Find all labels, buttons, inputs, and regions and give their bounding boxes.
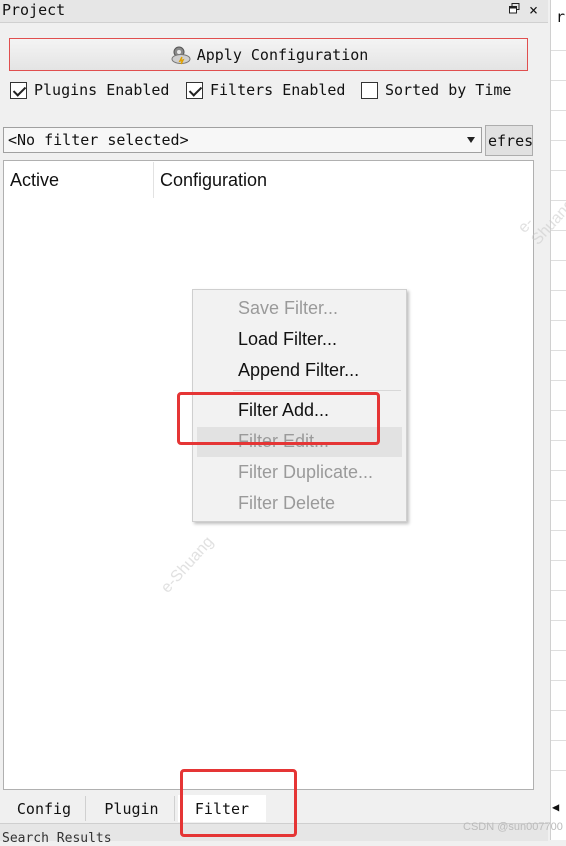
close-icon[interactable]: × xyxy=(529,1,538,19)
menu-item-save-filter[interactable]: Save Filter... xyxy=(238,298,338,319)
menu-item-append-filter[interactable]: Append Filter... xyxy=(238,360,359,381)
panel-title-bar xyxy=(0,0,548,23)
bottom-panel-title[interactable]: Search Results xyxy=(2,831,112,846)
tab-config[interactable]: Config xyxy=(3,796,86,821)
filters-enabled-checkbox[interactable]: Filters Enabled xyxy=(186,81,345,99)
sorted-by-time-checkbox[interactable]: Sorted by Time xyxy=(361,81,511,99)
column-divider[interactable] xyxy=(153,162,154,198)
filter-select[interactable]: <No filter selected> xyxy=(3,127,482,153)
checkbox-box[interactable] xyxy=(361,81,378,99)
apply-configuration-button[interactable]: Apply Configuration xyxy=(9,38,528,71)
menu-separator xyxy=(233,390,401,391)
column-header-configuration[interactable]: Configuration xyxy=(160,170,267,191)
adjacent-panel-text: r xyxy=(556,8,566,26)
refresh-button[interactable]: efres xyxy=(485,125,533,156)
adjacent-panel-edge xyxy=(550,0,566,840)
menu-item-load-filter[interactable]: Load Filter... xyxy=(238,329,337,350)
image-credit: CSDN @sun007700 xyxy=(463,821,563,833)
filter-select-value: <No filter selected> xyxy=(8,131,189,149)
plugins-enabled-label: Plugins Enabled xyxy=(34,81,170,99)
gear-cloud-icon xyxy=(169,45,191,65)
menu-item-filter-duplicate[interactable]: Filter Duplicate... xyxy=(238,462,373,483)
highlight-outline-filter-tab xyxy=(180,769,297,837)
tab-plugin[interactable]: Plugin xyxy=(89,796,175,821)
column-header-active[interactable]: Active xyxy=(10,170,59,191)
apply-configuration-label: Apply Configuration xyxy=(196,45,369,64)
menu-item-filter-delete[interactable]: Filter Delete xyxy=(238,493,335,514)
plugins-enabled-checkbox[interactable]: Plugins Enabled xyxy=(10,81,169,99)
sorted-by-time-label: Sorted by Time xyxy=(385,81,512,99)
highlight-outline-filter-add xyxy=(177,392,380,445)
filters-enabled-label: Filters Enabled xyxy=(210,81,346,99)
checkbox-box[interactable] xyxy=(10,81,27,99)
scroll-left-arrow-icon[interactable]: ◀ xyxy=(552,800,559,814)
chevron-down-icon[interactable] xyxy=(467,137,475,143)
checkbox-box[interactable] xyxy=(186,81,203,99)
float-window-icon[interactable] xyxy=(509,3,520,17)
panel-title: Project xyxy=(2,1,66,19)
